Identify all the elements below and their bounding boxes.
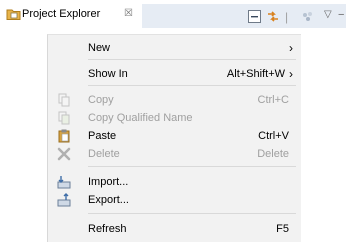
menu-separator [88,213,296,214]
export-icon [57,193,71,207]
menu-item-label: Import... [88,176,129,188]
submenu-arrow-icon: › [289,41,293,55]
tab-title: Project Explorer [22,8,101,20]
menu-separator [88,166,296,167]
tab-close-icon[interactable]: ☒ [124,8,133,20]
menu-item-label: Export... [88,194,129,206]
menu-item-label: Show In [88,68,128,80]
delete-icon [57,147,71,161]
menu-item-refresh[interactable]: Refresh F5 [48,221,301,237]
menu-item-export[interactable]: Export... [48,192,301,208]
menu-item-shortcut: Delete [257,148,289,160]
menu-item-label: Refresh [88,223,127,235]
menu-item-shortcut: Ctrl+V [258,130,289,142]
view-tab-bar: Project Explorer ☒ | ▽ − [0,0,346,28]
menu-item-copy-qualified-name[interactable]: Copy Qualified Name [48,110,301,126]
menu-item-shortcut: Ctrl+C [257,94,289,106]
menu-item-label: Copy Qualified Name [88,112,193,124]
context-menu: New › Show In Alt+Shift+W › Copy Ctrl+C … [47,34,301,242]
project-explorer-folder-icon [6,8,22,21]
menu-item-show-in[interactable]: Show In Alt+Shift+W › [48,66,301,82]
menu-separator [88,59,296,60]
menu-item-label: New [88,42,111,54]
view-menu-icon[interactable]: ▽ [324,9,332,20]
submenu-arrow-icon: › [289,67,293,81]
view-toolbar: | ▽ − [142,4,346,28]
separator-icon: | [285,10,289,24]
import-icon [57,175,71,189]
menu-item-delete[interactable]: Delete Delete [48,146,301,162]
menu-item-new[interactable]: New › [48,40,301,56]
menu-item-shortcut: Alt+Shift+W [226,68,285,80]
menu-separator [88,85,296,86]
focus-on-working-set-icon[interactable] [302,11,314,26]
menu-item-label: Copy [88,94,114,106]
paste-icon [57,129,71,143]
menu-item-copy[interactable]: Copy Ctrl+C [48,92,301,108]
menu-item-label: Paste [88,130,117,142]
link-with-editor-icon[interactable] [266,9,280,27]
menu-item-import[interactable]: Import... [48,174,301,190]
project-explorer-tab[interactable]: Project Explorer ☒ [0,0,142,28]
menu-item-label: Delete [88,148,120,160]
menu-item-paste[interactable]: Paste Ctrl+V [48,128,301,144]
copy-qualified-name-icon [57,111,71,125]
collapse-all-icon[interactable] [248,10,261,26]
minimize-icon[interactable]: − [338,9,344,21]
menu-item-shortcut: F5 [276,223,289,235]
copy-icon [57,93,71,107]
